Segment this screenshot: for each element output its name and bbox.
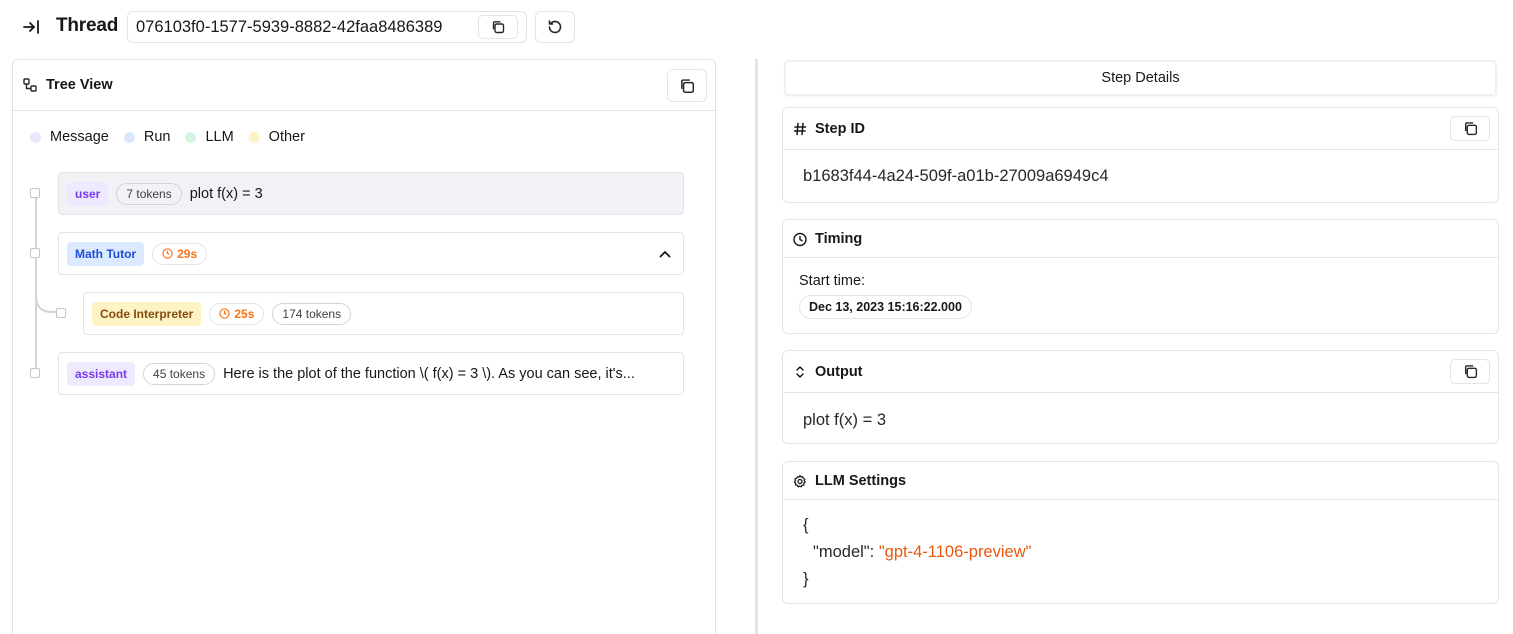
refresh-icon <box>548 20 562 34</box>
hash-icon <box>793 122 807 136</box>
copy-icon <box>492 21 505 34</box>
step-type-badge: Math Tutor <box>67 241 145 266</box>
timing-title: Timing <box>815 231 863 247</box>
duration-value: 29s <box>177 246 198 261</box>
legend-label: LLM <box>205 129 234 145</box>
legend-item-message: Message <box>30 129 109 145</box>
refresh-button[interactable] <box>535 11 575 43</box>
start-time-value: Dec 13, 2023 15:16:22.000 <box>799 295 972 319</box>
copy-thread-id-button[interactable] <box>478 15 518 39</box>
clock-icon <box>219 308 231 319</box>
llm-settings-title: LLM Settings <box>815 473 907 489</box>
legend-item-other: Other <box>248 129 305 145</box>
legend-label: Run <box>143 129 171 145</box>
collapse-panel-button[interactable] <box>18 14 44 40</box>
legend-dot-llm <box>185 131 197 143</box>
output-title: Output <box>815 364 863 380</box>
duration-pill: 29s <box>152 242 208 265</box>
copy-icon <box>1464 365 1477 379</box>
tree-row-user[interactable]: user 7 tokens plot f(x) = 3 <box>58 172 684 215</box>
page-title: Thread <box>56 15 119 36</box>
tree-view-panel: Tree View Message Run LLM Other user 7 t <box>12 59 716 634</box>
tree-node-handle[interactable] <box>30 368 40 378</box>
timing-header: Timing <box>783 220 1498 258</box>
chevrons-up-down-icon[interactable] <box>793 365 807 379</box>
json-open-brace: { <box>803 516 809 534</box>
llm-settings-header: LLM Settings <box>783 462 1498 500</box>
step-id-header: Step ID <box>783 108 1498 150</box>
tree-row-code-interpreter[interactable]: Code Interpreter 25s 174 tokens <box>83 292 684 335</box>
tree-view-title: Tree View <box>46 77 113 93</box>
llm-settings-card: LLM Settings { "model": "gpt-4-1106-prev… <box>782 461 1499 604</box>
step-id-title: Step ID <box>815 121 865 137</box>
step-id-card: Step ID b1683f44-4a24-509f-a01b-27009a69… <box>782 107 1499 203</box>
step-type-legend: Message Run LLM Other <box>30 129 320 145</box>
copy-icon <box>1464 122 1477 136</box>
clock-icon <box>793 232 807 246</box>
json-colon: : <box>869 543 879 561</box>
start-time-label: Start time: <box>799 273 866 289</box>
legend-label: Message <box>50 129 109 145</box>
legend-dot-other <box>248 131 260 143</box>
panel-resize-handle[interactable] <box>755 59 758 634</box>
gear-icon <box>793 474 807 488</box>
legend-item-run: Run <box>123 129 171 145</box>
copy-icon <box>681 78 695 93</box>
output-header: Output <box>783 351 1498 393</box>
thread-id-value: 076103f0-1577-5939-8882-42faa8486389 <box>136 17 443 36</box>
legend-label: Other <box>268 129 305 145</box>
thread-header: Thread 076103f0-1577-5939-8882-42faa8486… <box>0 0 1513 54</box>
thread-id-field[interactable]: 076103f0-1577-5939-8882-42faa8486389 <box>127 11 527 43</box>
arrow-right-to-line-icon <box>23 20 39 34</box>
copy-output-button[interactable] <box>1450 359 1490 384</box>
token-count-pill: 7 tokens <box>116 182 182 205</box>
output-card: Output plot f(x) = 3 <box>782 350 1499 444</box>
step-type-badge: assistant <box>67 361 136 386</box>
chevron-up-icon[interactable] <box>657 246 673 262</box>
llm-settings-json: { "model": "gpt-4-1106-preview" } <box>803 512 1031 593</box>
legend-item-llm: LLM <box>185 129 234 145</box>
duration-pill: 25s <box>209 302 265 325</box>
json-close-brace: } <box>803 570 809 588</box>
duration-value: 25s <box>234 306 255 321</box>
step-preview-text: Here is the plot of the function \( f(x)… <box>223 365 635 382</box>
copy-step-id-button[interactable] <box>1450 116 1490 141</box>
json-model-line: "model": "gpt-4-1106-preview" <box>803 539 1031 566</box>
copy-tree-button[interactable] <box>667 69 707 102</box>
step-id-value: b1683f44-4a24-509f-a01b-27009a6949c4 <box>803 167 1109 185</box>
tree-structure-icon <box>23 78 37 92</box>
json-model-value: "gpt-4-1106-preview" <box>878 543 1032 561</box>
json-key: "model" <box>813 543 870 561</box>
tree-node-handle[interactable] <box>30 188 40 198</box>
token-count-pill: 45 tokens <box>143 362 216 385</box>
tree-row-math-tutor[interactable]: Math Tutor 29s <box>58 232 684 275</box>
output-value: plot f(x) = 3 <box>803 411 886 429</box>
tree-row-assistant[interactable]: assistant 45 tokens Here is the plot of … <box>58 352 684 395</box>
clock-icon <box>162 248 173 259</box>
step-preview-text: plot f(x) = 3 <box>189 185 263 202</box>
legend-dot-message <box>30 131 41 143</box>
step-type-badge: Code Interpreter <box>92 301 202 326</box>
step-type-badge: user <box>67 181 109 206</box>
tree-node-handle[interactable] <box>56 308 66 318</box>
legend-dot-run <box>123 131 135 143</box>
tab-step-details[interactable]: Step Details <box>784 60 1497 96</box>
tree-node-handle[interactable] <box>30 248 40 258</box>
token-count-pill: 174 tokens <box>272 302 352 325</box>
tree-view-header: Tree View <box>13 60 715 111</box>
timing-card: Timing Start time: Dec 13, 2023 15:16:22… <box>782 219 1499 334</box>
